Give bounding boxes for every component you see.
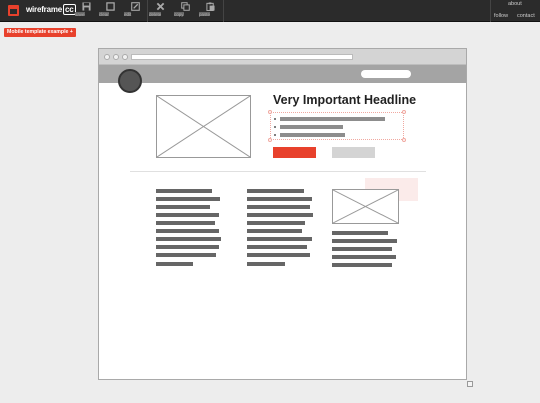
text-line (247, 189, 304, 193)
text-line (247, 237, 312, 241)
image-placeholder[interactable] (156, 95, 251, 158)
bullet-list-selected[interactable] (268, 110, 406, 142)
image-placeholder-small[interactable] (332, 189, 399, 224)
toolbar-divider (490, 0, 491, 22)
edit-label: edit (124, 12, 132, 17)
primary-button-shape[interactable] (273, 147, 316, 158)
text-line (247, 221, 305, 225)
bullet-line (280, 125, 343, 129)
text-line (247, 205, 310, 209)
bullet-dot (274, 118, 276, 120)
bullet-dot (274, 126, 276, 128)
text-line (156, 221, 215, 225)
copy-icon (180, 2, 190, 11)
about-link[interactable]: about (508, 1, 522, 7)
browser-chrome (99, 49, 466, 65)
text-line (332, 247, 392, 251)
text-line (247, 213, 313, 217)
text-line (156, 253, 216, 257)
bullet-dot (274, 134, 276, 136)
edit-button[interactable]: edit (124, 2, 146, 20)
secondary-button-shape[interactable] (332, 147, 375, 158)
text-line (247, 197, 312, 201)
image-placeholder-icon (157, 96, 250, 157)
save-button[interactable]: save (75, 2, 97, 20)
search-pill[interactable] (361, 70, 411, 78)
square-icon (105, 2, 115, 11)
delete-label: delete (149, 12, 162, 17)
bullet-line (280, 133, 345, 137)
url-bar[interactable] (131, 54, 353, 60)
resize-handle[interactable] (268, 138, 272, 142)
page-headline[interactable]: Very Important Headline (273, 93, 416, 107)
text-line (156, 229, 219, 233)
resize-handle[interactable] (402, 138, 406, 142)
nav-band[interactable] (99, 65, 466, 83)
wireframe-canvas[interactable]: Very Important Headline (98, 48, 467, 380)
text-line (247, 229, 302, 233)
follow-link[interactable]: follow (494, 13, 508, 19)
window-dot (113, 54, 119, 60)
text-line (247, 262, 285, 266)
text-line (332, 263, 392, 267)
brand-name: wireframe (26, 5, 62, 14)
toolbar-divider (147, 0, 148, 22)
clear-button[interactable]: clear (99, 2, 121, 20)
text-line (332, 231, 388, 235)
text-line (156, 262, 193, 266)
text-line (156, 205, 210, 209)
template-tag-button[interactable]: Mobile template example + (4, 28, 76, 37)
copy-button[interactable]: copy (174, 2, 196, 20)
logo-icon (8, 5, 19, 16)
text-line (247, 245, 307, 249)
x-icon (156, 2, 164, 11)
window-dot (122, 54, 128, 60)
text-line (156, 245, 219, 249)
paste-icon (205, 2, 215, 11)
brand-logo[interactable]: wireframe cc (26, 4, 76, 15)
text-line (156, 197, 220, 201)
canvas-resize-handle[interactable] (467, 381, 473, 387)
text-line (332, 255, 396, 259)
resize-handle[interactable] (402, 110, 406, 114)
save-label: save (75, 12, 85, 17)
text-line (332, 239, 397, 243)
image-placeholder-icon (333, 190, 398, 223)
paste-label: paste (199, 12, 211, 17)
paste-button[interactable]: paste (199, 2, 221, 20)
clear-label: clear (99, 12, 109, 17)
text-line (156, 189, 212, 193)
pencil-icon (130, 2, 140, 11)
resize-handle[interactable] (268, 110, 272, 114)
text-line (156, 213, 219, 217)
window-dot (104, 54, 110, 60)
divider-line (130, 171, 426, 172)
floppy-icon (81, 2, 91, 11)
bullet-line (280, 117, 385, 121)
avatar-circle[interactable] (118, 69, 142, 93)
copy-label: copy (174, 12, 184, 17)
text-line (156, 237, 221, 241)
contact-link[interactable]: contact (517, 13, 535, 19)
text-line (247, 253, 310, 257)
app-toolbar: wireframe cc save clear edit delete copy… (0, 0, 540, 22)
toolbar-divider (223, 0, 224, 22)
delete-button[interactable]: delete (149, 2, 171, 20)
brand-suffix: cc (63, 4, 76, 15)
